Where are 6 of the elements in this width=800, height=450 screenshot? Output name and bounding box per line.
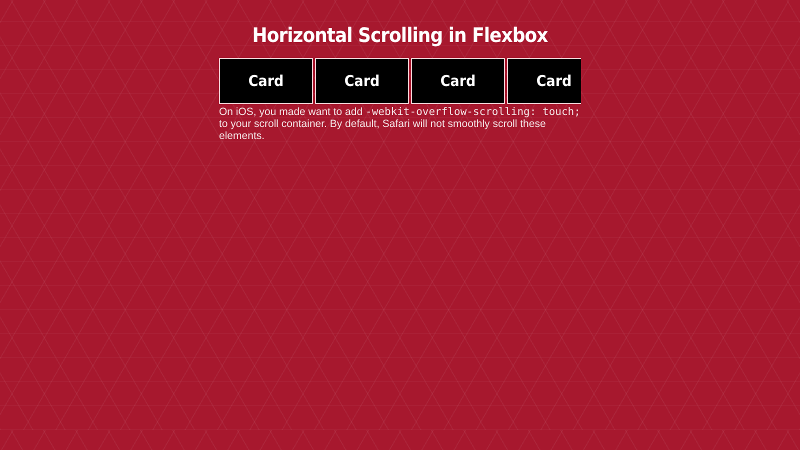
- card: Card: [219, 58, 313, 104]
- card: Card: [411, 58, 505, 104]
- page-title: Horizontal Scrolling in Flexbox: [251, 22, 549, 49]
- card: Card: [315, 58, 409, 104]
- note-text: On iOS, you made want to add -webkit-overflow-scrolling: touch; to your scroll container. By default, Safari will not smoothly scroll these elements.: [219, 106, 581, 142]
- card: Card: [507, 58, 581, 104]
